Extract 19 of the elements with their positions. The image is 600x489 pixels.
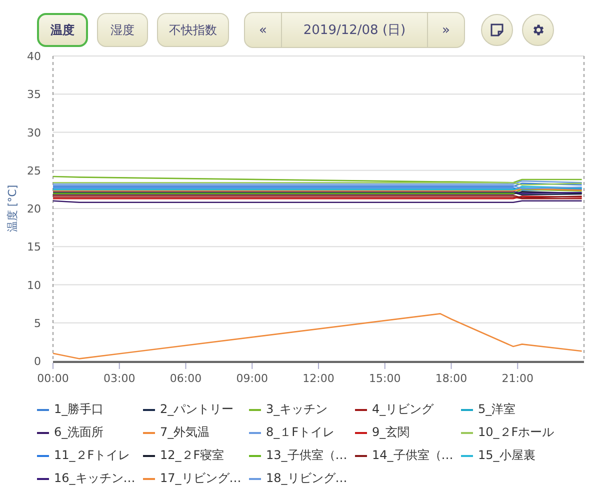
y-axis-label: 15 [27,240,41,254]
x-axis-label: 09:00 [236,372,268,385]
y-axis-title: 温度 [°C] [6,184,19,232]
x-axis-label: 00:00 [37,372,69,385]
date-label: 2019/12/08 (日) [281,13,428,47]
y-axis-label: 30 [27,126,41,140]
x-axis-label: 12:00 [302,372,334,385]
y-axis-label: 20 [27,202,41,216]
x-axis-label: 15:00 [369,372,401,385]
y-axis-label: 5 [34,316,41,330]
y-axis-label: 0 [34,355,41,368]
y-axis-label: 35 [27,88,41,102]
x-axis-label: 18:00 [435,372,468,385]
y-axis-label: 10 [27,278,41,292]
x-axis-label: 06:00 [170,372,202,385]
x-axis-label: 21:00 [502,372,534,385]
x-axis-label: 03:00 [104,372,136,385]
y-axis-label: 25 [27,164,41,178]
y-axis-label: 40 [27,50,41,63]
